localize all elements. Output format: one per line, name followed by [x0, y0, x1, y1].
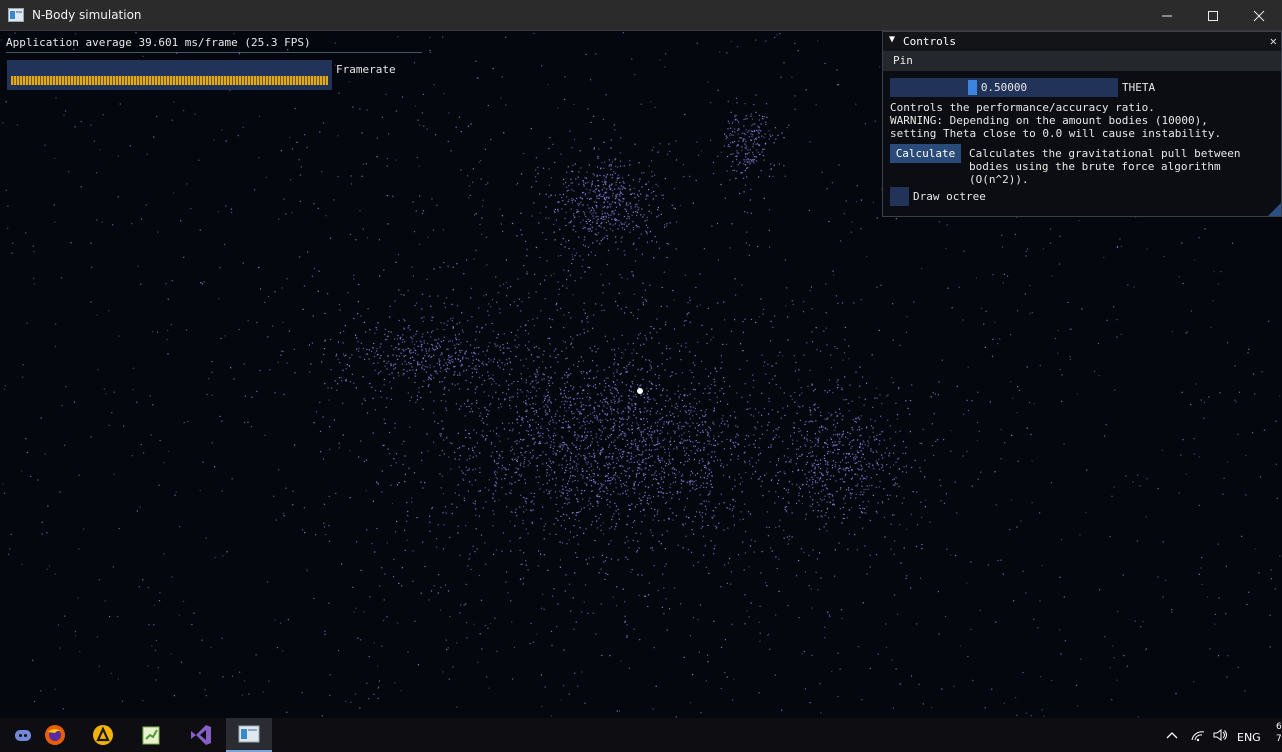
taskbar-app-visual-studio[interactable] — [178, 718, 224, 752]
tray-clock[interactable]: 6 7 — [1276, 721, 1282, 745]
close-button[interactable] — [1236, 0, 1282, 31]
notepad-plus-icon — [142, 726, 160, 745]
window-title-bar: N-Body simulation — [0, 0, 1282, 31]
framerate-bars — [11, 76, 328, 85]
overlay-separator — [6, 52, 422, 53]
close-icon[interactable]: ✕ — [1270, 34, 1277, 48]
framerate-label: Framerate — [336, 63, 396, 76]
draw-octree-checkbox[interactable] — [890, 187, 909, 206]
minimize-icon — [1162, 15, 1172, 16]
draw-octree-label: Draw octree — [913, 190, 986, 203]
taskbar-app-nbody[interactable] — [226, 718, 272, 752]
theta-label: THETA — [1122, 81, 1156, 94]
taskbar-app-launcher[interactable] — [80, 718, 126, 752]
close-icon — [1253, 10, 1265, 21]
theta-value: 0.50000 — [980, 81, 1028, 94]
framerate-plot — [7, 60, 332, 90]
central-body — [637, 388, 643, 394]
controls-title: Controls — [903, 35, 956, 48]
window-title: N-Body simulation — [32, 8, 142, 22]
app-launcher-icon — [93, 725, 113, 745]
discord-icon — [15, 730, 31, 741]
theta-help-text: Controls the performance/accuracy ratio.… — [890, 101, 1222, 140]
volume-icon — [1213, 729, 1227, 741]
app-icon — [8, 8, 24, 22]
wifi-icon — [1191, 731, 1205, 742]
controls-title-bar[interactable]: ▼ Controls ✕ — [883, 32, 1281, 51]
taskbar: ENG 6 7 — [0, 718, 1282, 752]
tray-volume[interactable] — [1208, 718, 1232, 752]
chevron-up-icon — [1166, 732, 1178, 739]
minimize-button[interactable] — [1144, 0, 1190, 31]
controls-window: ▼ Controls ✕ Pin 0.50000 THETA Controls … — [882, 31, 1282, 217]
calculate-help-text: Calculates the gravitational pull betwee… — [969, 147, 1241, 186]
nbody-app-icon — [238, 725, 260, 743]
taskbar-app-firefox[interactable] — [32, 718, 78, 752]
visual-studio-icon — [191, 725, 211, 745]
theta-slider[interactable]: 0.50000 — [890, 78, 1118, 97]
collapse-arrow-icon[interactable]: ▼ — [889, 34, 895, 45]
controls-menu-bar: Pin — [883, 51, 1281, 71]
calculate-button[interactable]: Calculate — [890, 144, 961, 163]
taskbar-app-notepad-plus[interactable] — [128, 718, 174, 752]
tray-language[interactable]: ENG — [1237, 731, 1261, 744]
fps-text: Application average 39.601 ms/frame (25.… — [6, 36, 311, 49]
menu-pin[interactable]: Pin — [893, 54, 913, 67]
firefox-icon — [45, 725, 65, 745]
framerate-overlay: Application average 39.601 ms/frame (25.… — [6, 36, 422, 90]
resize-grip[interactable] — [1268, 203, 1281, 216]
maximize-button[interactable] — [1190, 0, 1236, 31]
maximize-icon — [1208, 10, 1218, 21]
tray-network[interactable] — [1186, 718, 1210, 752]
